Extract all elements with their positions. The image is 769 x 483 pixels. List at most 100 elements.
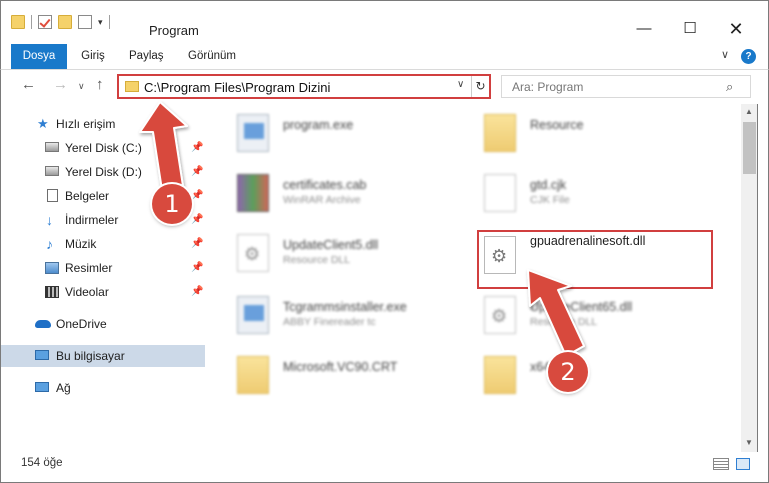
minimize-button[interactable]: — bbox=[621, 13, 667, 45]
file-name: Resource bbox=[530, 118, 584, 132]
sidebar-item-label: Resimler bbox=[65, 261, 113, 275]
file-name: certificates.cab bbox=[283, 178, 367, 192]
recent-locations-chevron-icon[interactable]: ∨ bbox=[78, 81, 85, 92]
scroll-thumb[interactable] bbox=[743, 122, 756, 174]
cloud-icon bbox=[35, 320, 51, 328]
list-item[interactable]: program.exe bbox=[233, 108, 469, 158]
folder-icon bbox=[11, 15, 25, 29]
list-item[interactable]: x64 bbox=[480, 350, 716, 400]
sidebar-item-pictures[interactable]: Resimler 📌 bbox=[1, 257, 205, 279]
toolbar-separator bbox=[31, 15, 32, 29]
folder-icon bbox=[125, 81, 139, 92]
item-count: 154 öğe bbox=[21, 457, 63, 469]
list-item[interactable]: Resource bbox=[480, 108, 716, 158]
sidebar-item-label: OneDrive bbox=[56, 317, 107, 331]
quick-access-toolbar: ▾ bbox=[11, 15, 110, 29]
file-type: WinRAR Archive bbox=[283, 194, 361, 206]
tab-file[interactable]: Dosya bbox=[11, 44, 67, 69]
up-button[interactable]: ↑ bbox=[96, 76, 104, 93]
sidebar-item-label: Hızlı erişim bbox=[56, 117, 116, 131]
pin-icon[interactable]: 📌 bbox=[191, 209, 203, 231]
drive-icon bbox=[45, 166, 59, 176]
properties-check-icon[interactable] bbox=[38, 15, 52, 29]
list-item[interactable]: Microsoft.VC90.CRT bbox=[233, 350, 469, 400]
address-bar[interactable]: C:\Program Files\Program Dizini ∨ ↻ bbox=[117, 74, 491, 99]
new-folder-icon[interactable] bbox=[58, 15, 72, 29]
tab-home[interactable]: Giriş bbox=[81, 44, 105, 69]
folder-icon bbox=[484, 356, 516, 394]
list-item[interactable]: UpdateClient65.dll Resource DLL bbox=[480, 290, 716, 340]
sidebar-item-local-disk-c[interactable]: Yerel Disk (C:) 📌 bbox=[1, 137, 205, 159]
status-bar: 154 öğe bbox=[0, 452, 769, 483]
forward-button[interactable]: → bbox=[53, 76, 68, 93]
ribbon-tabs: Dosya Giriş Paylaş Görünüm ∨ ? bbox=[0, 44, 769, 70]
pin-icon[interactable]: 📌 bbox=[191, 137, 203, 159]
tab-view[interactable]: Görünüm bbox=[187, 44, 237, 69]
file-name: gtd.cjk bbox=[530, 178, 567, 192]
sidebar-item-onedrive[interactable]: OneDrive bbox=[1, 313, 205, 335]
sidebar-item-label: Yerel Disk (C:) bbox=[65, 141, 142, 155]
sidebar-item-local-disk-d[interactable]: Yerel Disk (D:) 📌 bbox=[1, 161, 205, 183]
computer-icon bbox=[35, 350, 49, 360]
tab-share[interactable]: Paylaş bbox=[129, 44, 164, 69]
back-button[interactable]: ← bbox=[21, 76, 36, 93]
pin-icon[interactable]: 📌 bbox=[191, 185, 203, 207]
large-icons-view-icon[interactable] bbox=[736, 458, 750, 470]
close-button[interactable]: ✕ bbox=[713, 13, 759, 45]
pin-icon[interactable]: 📌 bbox=[191, 257, 203, 279]
list-item[interactable]: UpdateClient5.dll Resource DLL bbox=[233, 228, 469, 278]
pin-icon[interactable]: 📌 bbox=[191, 281, 203, 303]
search-input[interactable]: Ara: Program ⌕ bbox=[501, 75, 751, 98]
address-dropdown-chevron-icon[interactable]: ∨ bbox=[457, 79, 464, 90]
help-icon[interactable]: ? bbox=[741, 49, 756, 64]
sidebar-item-label: Bu bilgisayar bbox=[56, 349, 125, 363]
pictures-icon bbox=[45, 262, 59, 274]
customize-toolbar-chevron-icon[interactable]: ▾ bbox=[98, 17, 103, 28]
sidebar-item-network[interactable]: Ağ bbox=[1, 377, 205, 399]
list-item[interactable]: Tcgrammsinstaller.exe ABBY Finereader tc bbox=[233, 290, 469, 340]
list-item[interactable]: certificates.cab WinRAR Archive bbox=[233, 168, 469, 218]
maximize-button[interactable]: ☐ bbox=[667, 13, 713, 45]
expand-ribbon-chevron-icon[interactable]: ∨ bbox=[721, 48, 729, 61]
list-item[interactable]: gtd.cjk CJK File bbox=[480, 168, 716, 218]
file-name: UpdateClient5.dll bbox=[283, 238, 379, 252]
file-name: Microsoft.VC90.CRT bbox=[283, 360, 398, 374]
sidebar-item-quick-access[interactable]: ★ Hızlı erişim bbox=[1, 113, 205, 135]
step-badge-2: 2 bbox=[548, 352, 588, 392]
vertical-scrollbar[interactable]: ▲ ▼ bbox=[741, 104, 758, 452]
file-page-icon bbox=[484, 174, 516, 212]
pin-icon[interactable]: 📌 bbox=[191, 233, 203, 255]
archive-icon bbox=[237, 174, 269, 212]
sidebar-item-label: Yerel Disk (D:) bbox=[65, 165, 142, 179]
details-view-icon[interactable] bbox=[713, 458, 729, 470]
sidebar-item-this-pc[interactable]: Bu bilgisayar bbox=[1, 345, 205, 367]
sidebar-item-label: Ağ bbox=[56, 381, 71, 395]
dll-file-icon bbox=[237, 234, 269, 272]
folder-icon bbox=[484, 114, 516, 152]
dll-file-icon bbox=[484, 296, 516, 334]
folder-icon bbox=[237, 356, 269, 394]
sidebar-item-label: Belgeler bbox=[65, 189, 110, 203]
file-type: Resource DLL bbox=[283, 254, 351, 266]
title-bar: ▾ Program — ☐ ✕ bbox=[0, 0, 769, 44]
navigation-pane: ★ Hızlı erişim Yerel Disk (C:) 📌 Yerel D… bbox=[0, 104, 205, 452]
exe-file-icon bbox=[237, 296, 269, 334]
step-badge-1: 1 bbox=[152, 184, 192, 224]
search-icon[interactable]: ⌕ bbox=[726, 79, 733, 95]
sidebar-item-videos[interactable]: Videolar 📌 bbox=[1, 281, 205, 303]
window-title: Program bbox=[149, 23, 199, 38]
address-path[interactable]: C:\Program Files\Program Dizini bbox=[144, 80, 330, 95]
properties-icon[interactable] bbox=[78, 15, 92, 29]
refresh-button[interactable]: ↻ bbox=[471, 76, 489, 97]
sidebar-item-label: Müzik bbox=[65, 237, 97, 251]
video-icon bbox=[45, 286, 59, 298]
sidebar-item-label: Videolar bbox=[65, 285, 109, 299]
scroll-up-arrow-icon[interactable]: ▲ bbox=[745, 107, 753, 116]
pin-icon[interactable]: 📌 bbox=[191, 161, 203, 183]
navigation-bar: ← → ∨ ↑ C:\Program Files\Program Dizini … bbox=[0, 70, 769, 104]
scroll-down-arrow-icon[interactable]: ▼ bbox=[745, 438, 753, 447]
sidebar-item-music[interactable]: ♪ Müzik 📌 bbox=[1, 233, 205, 255]
file-type: ABBY Finereader tc bbox=[283, 316, 376, 328]
file-type: CJK File bbox=[530, 194, 570, 206]
window-right-edge bbox=[758, 104, 769, 452]
